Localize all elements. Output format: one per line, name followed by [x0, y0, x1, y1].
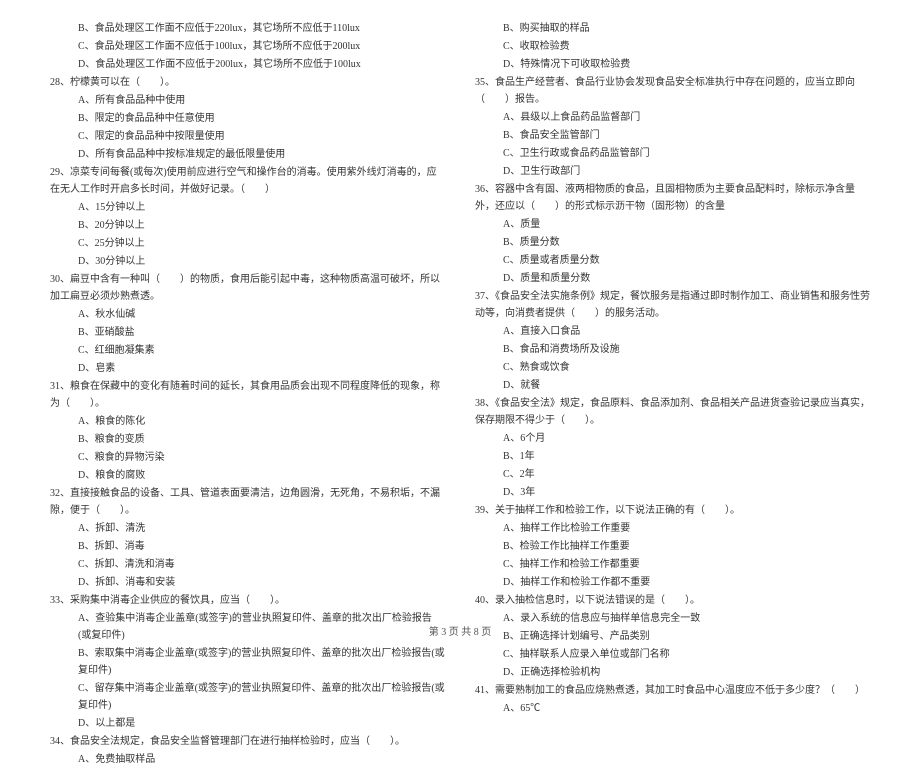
option-line: C、抽样联系人应录入单位或部门名称	[475, 646, 870, 663]
option-line: D、拆卸、消毒和安装	[50, 574, 445, 591]
option-line: D、皂素	[50, 360, 445, 377]
option-line: B、质量分数	[475, 234, 870, 251]
option-line: C、熟食或饮食	[475, 359, 870, 376]
question-line: 38、《食品安全法》规定，食品原料、食品添加剂、食品相关产品进货查验记录应当真实…	[475, 395, 870, 429]
option-line: A、免费抽取样品	[50, 751, 445, 768]
option-line: C、限定的食品品种中按限量使用	[50, 128, 445, 145]
right-column: B、购买抽取的样品C、收取检验费D、特殊情况下可收取检验费35、食品生产经营者、…	[475, 20, 870, 605]
option-line: A、秋水仙碱	[50, 306, 445, 323]
question-line: 36、容器中含有固、液两相物质的食品，且固相物质为主要食品配料时，除标示净含量外…	[475, 181, 870, 215]
option-line: C、抽样工作和检验工作都重要	[475, 556, 870, 573]
option-line: B、食品处理区工作面不应低于220lux，其它场所不应低于110lux	[50, 20, 445, 37]
option-line: C、质量或者质量分数	[475, 252, 870, 269]
option-line: A、65℃	[475, 700, 870, 717]
option-line: A、粮食的陈化	[50, 413, 445, 430]
option-line: D、抽样工作和检验工作都不重要	[475, 574, 870, 591]
option-line: D、卫生行政部门	[475, 163, 870, 180]
option-line: A、质量	[475, 216, 870, 233]
option-line: C、粮食的异物污染	[50, 449, 445, 466]
option-line: D、30分钟以上	[50, 253, 445, 270]
option-line: D、所有食品品种中按标准规定的最低限量使用	[50, 146, 445, 163]
question-line: 32、直接接触食品的设备、工具、管道表面要清洁，边角圆滑，无死角，不易积垢，不漏…	[50, 485, 445, 519]
option-line: C、25分钟以上	[50, 235, 445, 252]
option-line: A、15分钟以上	[50, 199, 445, 216]
option-line: B、食品安全监管部门	[475, 127, 870, 144]
option-line: D、3年	[475, 484, 870, 501]
option-line: C、2年	[475, 466, 870, 483]
option-line: B、索取集中消毒企业盖章(或签字)的营业执照复印件、盖章的批次出厂检验报告(或复…	[50, 645, 445, 679]
option-line: D、粮食的腐败	[50, 467, 445, 484]
option-line: B、购买抽取的样品	[475, 20, 870, 37]
option-line: B、拆卸、消毒	[50, 538, 445, 555]
option-line: A、所有食品品种中使用	[50, 92, 445, 109]
option-line: B、食品和消费场所及设施	[475, 341, 870, 358]
option-line: A、抽样工作比检验工作重要	[475, 520, 870, 537]
option-line: B、1年	[475, 448, 870, 465]
option-line: D、就餐	[475, 377, 870, 394]
question-line: 34、食品安全法规定，食品安全监督管理部门在进行抽样检验时，应当（ ）。	[50, 733, 445, 750]
question-line: 29、凉菜专间每餐(或每次)使用前应进行空气和操作台的消毒。使用紫外线灯消毒的，…	[50, 164, 445, 198]
option-line: A、拆卸、清洗	[50, 520, 445, 537]
option-line: C、留存集中消毒企业盖章(或签字)的营业执照复印件、盖章的批次出厂检验报告(或复…	[50, 680, 445, 714]
option-line: C、卫生行政或食品药品监管部门	[475, 145, 870, 162]
question-line: 35、食品生产经营者、食品行业协会发现食品安全标准执行中存在问题的，应当立即向（…	[475, 74, 870, 108]
option-line: A、直接入口食品	[475, 323, 870, 340]
question-line: 37、《食品安全法实施条例》规定，餐饮服务是指通过即时制作加工、商业销售和服务性…	[475, 288, 870, 322]
question-line: 39、关于抽样工作和检验工作，以下说法正确的有（ ）。	[475, 502, 870, 519]
option-line: D、以上都是	[50, 715, 445, 732]
question-line: 33、采购集中消毒企业供应的餐饮具，应当（ ）。	[50, 592, 445, 609]
option-line: B、粮食的变质	[50, 431, 445, 448]
option-line: D、质量和质量分数	[475, 270, 870, 287]
option-line: C、红细胞凝集素	[50, 342, 445, 359]
option-line: A、6个月	[475, 430, 870, 447]
option-line: B、20分钟以上	[50, 217, 445, 234]
question-line: 31、粮食在保藏中的变化有随着时间的延长，其食用品质会出现不同程度降低的现象，称…	[50, 378, 445, 412]
option-line: D、正确选择检验机构	[475, 664, 870, 681]
option-line: A、县级以上食品药品监督部门	[475, 109, 870, 126]
question-line: 40、录入抽检信息时，以下说法错误的是（ ）。	[475, 592, 870, 609]
question-line: 30、扁豆中含有一种叫（ ）的物质，食用后能引起中毒，这种物质高温可破坏，所以加…	[50, 271, 445, 305]
option-line: C、收取检验费	[475, 38, 870, 55]
option-line: C、拆卸、清洗和消毒	[50, 556, 445, 573]
question-line: 41、需要熟制加工的食品应烧熟煮透，其加工时食品中心温度应不低于多少度？（ ）	[475, 682, 870, 699]
question-line: 28、柠檬黄可以在（ ）。	[50, 74, 445, 91]
page-footer: 第 3 页 共 8 页	[0, 623, 920, 638]
option-line: B、检验工作比抽样工作重要	[475, 538, 870, 555]
option-line: B、限定的食品品种中任意使用	[50, 110, 445, 127]
left-column: B、食品处理区工作面不应低于220lux，其它场所不应低于110luxC、食品处…	[50, 20, 445, 605]
option-line: B、亚硝酸盐	[50, 324, 445, 341]
option-line: D、特殊情况下可收取检验费	[475, 56, 870, 73]
option-line: C、食品处理区工作面不应低于100lux，其它场所不应低于200lux	[50, 38, 445, 55]
option-line: D、食品处理区工作面不应低于200lux，其它场所不应低于100lux	[50, 56, 445, 73]
